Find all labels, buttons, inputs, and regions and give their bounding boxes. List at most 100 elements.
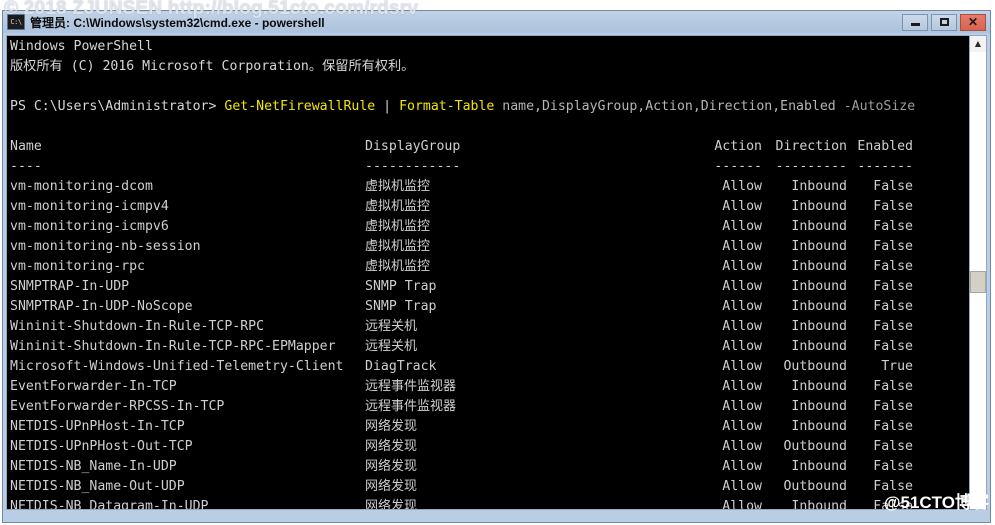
command-switch-autosize: -AutoSize — [843, 99, 916, 114]
cmd-icon[interactable]: C:\ — [7, 14, 25, 30]
cell-rule-name: vm-monitoring-icmpv4 — [10, 199, 169, 214]
cell-display-group: SNMP Trap — [365, 279, 437, 294]
cell-action: Allow — [722, 459, 762, 474]
cell-action: Allow — [722, 499, 762, 510]
cell-action: Allow — [722, 419, 762, 434]
cell-display-group: 网络发现 — [365, 499, 418, 510]
maximize-icon — [939, 18, 949, 26]
header-action: Action — [714, 139, 762, 154]
cell-action: Allow — [722, 199, 762, 214]
table-row: EventForwarder-RPCSS-In-TCP 远程事件监视器 Allow I… — [10, 397, 969, 417]
cell-action: Allow — [722, 319, 762, 334]
cell-rule-name: NETDIS-NB_Datagram-In-UDP — [10, 499, 209, 510]
cell-enabled: False — [873, 419, 913, 434]
banner-line-2: 版权所有 (C) 2016 Microsoft Corporation。保留所有… — [10, 59, 415, 74]
cell-direction: Inbound — [791, 219, 847, 234]
cell-rule-name: NETDIS-NB_Name-Out-UDP — [10, 479, 185, 494]
cell-display-group: 网络发现 — [365, 479, 418, 494]
scroll-up-icon[interactable]: ▲ — [970, 36, 986, 52]
underline-enabled: ------- — [857, 159, 913, 174]
underline-displaygroup: ------------ — [365, 159, 461, 174]
table-row: vm-monitoring-icmpv4 虚拟机监控 Allow Inbound Fal… — [10, 197, 969, 217]
cell-display-group: 虚拟机监控 — [365, 219, 431, 234]
cell-rule-name: vm-monitoring-rpc — [10, 259, 145, 274]
cell-rule-name: SNMPTRAP-In-UDP — [10, 279, 130, 294]
cell-rule-name: vm-monitoring-dcom — [10, 179, 153, 194]
cmd-icon-label: C:\ — [10, 17, 22, 26]
table-row: Wininit-Shutdown-In-Rule-TCP-RPC-EPMappe… — [10, 337, 969, 357]
banner-line-1: Windows PowerShell — [10, 39, 153, 54]
cell-enabled: False — [873, 219, 913, 234]
cell-enabled: False — [873, 319, 913, 334]
table-row: EventForwarder-In-TCP 远程事件监视器 Allow Inbound… — [10, 377, 969, 397]
table-row: vm-monitoring-dcom 虚拟机监控 Allow Inbound False — [10, 177, 969, 197]
table-row: NETDIS-UPnPHost-Out-TCP 网络发现 Allow Outbound… — [10, 437, 969, 457]
window-title: 管理员: C:\Windows\system32\cmd.exe - power… — [30, 15, 325, 30]
underline-action: ------ — [714, 159, 762, 174]
cell-direction: Inbound — [791, 419, 847, 434]
header-direction: Direction — [775, 139, 847, 154]
cell-rule-name: Microsoft-Windows-Unified-Telemetry-Clie… — [10, 359, 344, 374]
cell-rule-name: NETDIS-NB_Name-In-UDP — [10, 459, 177, 474]
console-scrollbar[interactable]: ▲ — [970, 35, 987, 510]
cell-action: Allow — [722, 339, 762, 354]
cell-direction: Inbound — [791, 279, 847, 294]
table-row: NETDIS-NB_Datagram-In-UDP 网络发现 Allow Inboun… — [10, 497, 969, 510]
prompt-text: PS C:\Users\Administrator> — [10, 99, 225, 114]
cmdlet-format-table: Format-Table — [399, 99, 495, 114]
scrollbar-thumb[interactable] — [970, 271, 986, 294]
cell-enabled: False — [873, 499, 913, 510]
console-area: Windows PowerShell 版权所有 (C) 2016 Microso… — [3, 33, 990, 514]
underline-direction: --------- — [775, 159, 847, 174]
table-row: NETDIS-NB_Name-In-UDP 网络发现 Allow Inbound Fal… — [10, 457, 969, 477]
cell-direction: Outbound — [783, 439, 847, 454]
console-window: C:\ 管理员: C:\Windows\system32\cmd.exe - p… — [2, 10, 991, 523]
command-line: PS C:\Users\Administrator> Get-NetFirewa… — [10, 97, 969, 117]
header-name: Name — [10, 139, 42, 154]
cell-action: Allow — [722, 259, 762, 274]
cell-display-group: 远程事件监视器 — [365, 399, 457, 414]
table-row: vm-monitoring-rpc 虚拟机监控 Allow Inbound False — [10, 257, 969, 277]
cell-enabled: False — [873, 279, 913, 294]
cell-enabled: False — [873, 459, 913, 474]
table-row: Wininit-Shutdown-In-Rule-TCP-RPC 远程关机 Allo… — [10, 317, 969, 337]
cell-enabled: False — [873, 239, 913, 254]
cell-rule-name: NETDIS-UPnPHost-Out-TCP — [10, 439, 193, 454]
console-output[interactable]: Windows PowerShell 版权所有 (C) 2016 Microso… — [6, 35, 970, 510]
cell-rule-name: NETDIS-UPnPHost-In-TCP — [10, 419, 185, 434]
cell-action: Allow — [722, 239, 762, 254]
minimize-button[interactable] — [902, 13, 928, 31]
maximize-button[interactable] — [931, 13, 957, 31]
cell-direction: Inbound — [791, 399, 847, 414]
table-underline-row: ---- ------------ ------ --------- -----… — [10, 157, 969, 177]
cell-enabled: False — [873, 179, 913, 194]
scrollbar-track[interactable] — [970, 52, 986, 509]
cell-enabled: False — [873, 399, 913, 414]
cell-display-group: 远程事件监视器 — [365, 379, 457, 394]
command-arguments: name,DisplayGroup,Action,Direction,Enabl… — [494, 99, 844, 114]
cell-enabled: False — [873, 439, 913, 454]
header-displaygroup: DisplayGroup — [365, 139, 461, 154]
table-row: SNMPTRAP-In-UDP SNMP Trap Allow Inbound Fals… — [10, 277, 969, 297]
firewall-rules-table: vm-monitoring-dcom 虚拟机监控 Allow Inbound False… — [10, 177, 969, 510]
cell-rule-name: Wininit-Shutdown-In-Rule-TCP-RPC — [10, 319, 265, 334]
cell-direction: Inbound — [791, 319, 847, 334]
cell-display-group: 虚拟机监控 — [365, 179, 431, 194]
cell-enabled: False — [873, 479, 913, 494]
cell-display-group: DiagTrack — [365, 359, 437, 374]
cell-action: Allow — [722, 279, 762, 294]
cell-rule-name: SNMPTRAP-In-UDP-NoScope — [10, 299, 193, 314]
cell-direction: Inbound — [791, 499, 847, 510]
cell-display-group: 网络发现 — [365, 419, 418, 434]
cell-enabled: False — [873, 259, 913, 274]
cell-action: Allow — [722, 439, 762, 454]
cell-rule-name: Wininit-Shutdown-In-Rule-TCP-RPC-EPMappe… — [10, 339, 336, 354]
cmdlet-get-netfirewallrule: Get-NetFirewallRule — [224, 99, 376, 114]
close-button[interactable]: ✕ — [960, 13, 986, 31]
cell-enabled: False — [873, 199, 913, 214]
cell-display-group: 虚拟机监控 — [365, 239, 431, 254]
cell-display-group: 远程关机 — [365, 339, 418, 354]
window-titlebar[interactable]: C:\ 管理员: C:\Windows\system32\cmd.exe - p… — [3, 11, 990, 33]
cell-direction: Inbound — [791, 239, 847, 254]
